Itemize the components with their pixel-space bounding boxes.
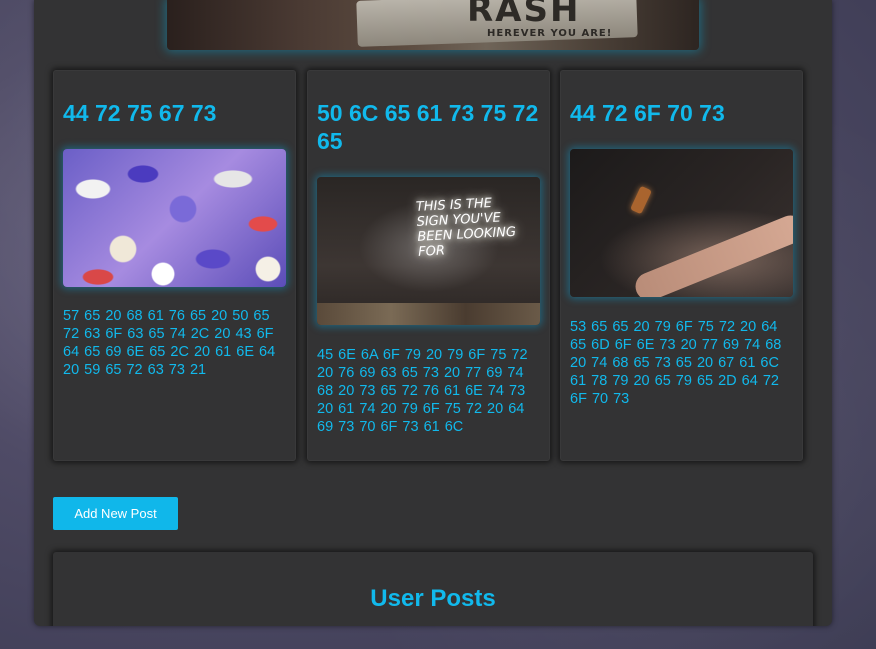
post-card-text: 53 65 65 20 79 6F 75 72 20 64 65 6D 6F 6… (570, 319, 782, 407)
main-container: RASH HEREVER YOU ARE! 44 72 75 67 73 57 … (34, 0, 832, 626)
post-card-text: 57 65 20 68 61 76 65 20 50 65 72 63 6F 6… (63, 308, 276, 378)
hero-sign-text: RASH (467, 0, 581, 30)
neon-sign-text: THIS IS THE SIGN YOU'VE BEEN LOOKING FOR (415, 195, 517, 260)
post-card-1[interactable]: 44 72 75 67 73 57 65 20 68 61 76 65 20 5… (53, 70, 296, 461)
post-card-2[interactable]: 50 6C 65 61 73 75 72 65 THIS IS THE SIGN… (307, 70, 550, 461)
neon-sign-image[interactable]: THIS IS THE SIGN YOU'VE BEEN LOOKING FOR (317, 177, 540, 325)
hand-arm (631, 211, 793, 297)
bottle-icon (630, 185, 652, 215)
hero-banner-image: RASH HEREVER YOU ARE! (167, 0, 699, 50)
post-card-3[interactable]: 44 72 6F 70 73 53 65 65 20 79 6F 75 72 2… (560, 70, 803, 461)
pills-image[interactable] (63, 149, 286, 287)
shelf-decoration (317, 303, 540, 325)
post-card-title[interactable]: 44 72 6F 70 73 (570, 99, 794, 127)
user-posts-section: User Posts (53, 552, 813, 626)
post-card-title[interactable]: 50 6C 65 61 73 75 72 65 (317, 99, 541, 155)
add-new-post-button[interactable]: Add New Post (53, 497, 178, 530)
hand-bottle-image[interactable] (570, 149, 793, 297)
post-card-text: 45 6E 6A 6F 79 20 79 6F 75 72 20 76 69 6… (317, 347, 528, 435)
hero-sign-subtext: HEREVER YOU ARE! (487, 28, 613, 39)
user-posts-title: User Posts (370, 585, 496, 612)
post-card-title[interactable]: 44 72 75 67 73 (63, 99, 287, 127)
